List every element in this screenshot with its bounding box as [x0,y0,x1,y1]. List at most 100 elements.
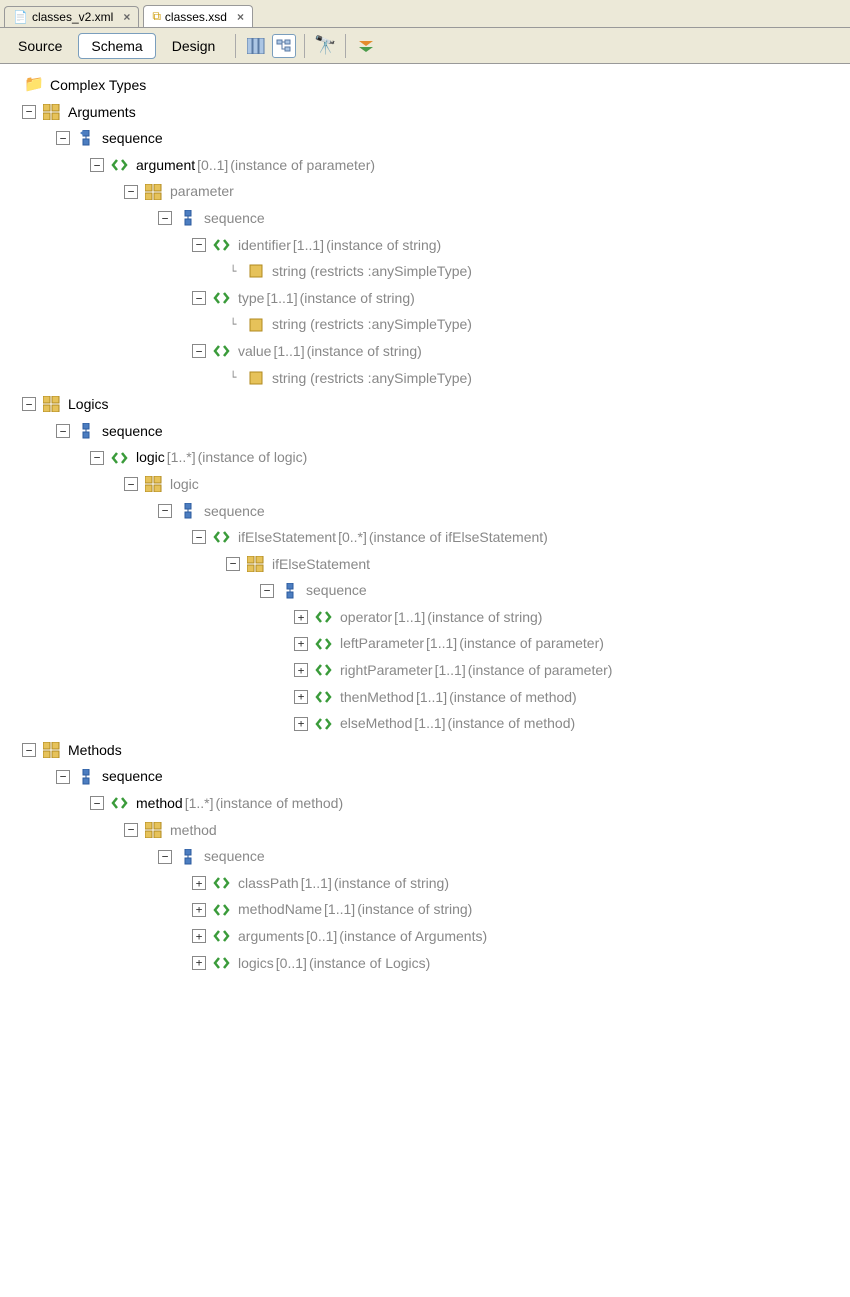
schema-tree: 📁 Complex Types − Arguments − sequence −… [0,64,850,980]
tree-node-thenmethod[interactable]: + thenMethod [1..1] (instance of method) [4,684,846,711]
collapse-toggle[interactable]: − [22,397,36,411]
node-desc: (instance of logic) [198,444,308,471]
expand-toggle[interactable]: + [294,690,308,704]
cardinality: [0..*] [338,524,367,551]
collapse-toggle[interactable]: − [56,770,70,784]
element-icon [212,528,232,546]
collapse-toggle[interactable]: − [124,185,138,199]
node-label: string (restricts :anySimpleType) [272,311,472,338]
binoculars-icon[interactable]: 🔭 [313,34,337,58]
node-desc: (instance of method) [216,790,344,817]
node-desc: (instance of parameter) [230,152,375,179]
collapse-toggle[interactable]: − [124,823,138,837]
tree-node-arguments-el[interactable]: + arguments [0..1] (instance of Argument… [4,923,846,950]
tree-node-sequence[interactable]: − sequence [4,763,846,790]
collapse-toggle[interactable]: − [90,158,104,172]
design-view-button[interactable]: Design [160,34,228,58]
node-desc: (instance of method) [449,684,577,711]
cardinality: [1..1] [416,684,447,711]
expand-toggle[interactable]: + [294,610,308,624]
tree-node-elsemethod[interactable]: + elseMethod [1..1] (instance of method) [4,710,846,737]
tree-node-sequence[interactable]: − sequence [4,577,846,604]
tree-node-sequence[interactable]: − sequence [4,498,846,525]
tree-root-complex-types[interactable]: 📁 Complex Types [4,72,846,99]
tree-node-value[interactable]: − value [1..1] (instance of string) [4,338,846,365]
tree-node-sequence[interactable]: − sequence [4,418,846,445]
tree-node-identifier[interactable]: − identifier [1..1] (instance of string) [4,232,846,259]
tree-node-leftparameter[interactable]: + leftParameter [1..1] (instance of para… [4,630,846,657]
tree-node-ifelse-type[interactable]: − ifElseStatement [4,551,846,578]
cardinality: [1..1] [394,604,425,631]
tree-node-ifelsestmt[interactable]: − ifElseStatement [0..*] (instance of if… [4,524,846,551]
tree-node-methodname[interactable]: + methodName [1..1] (instance of string) [4,896,846,923]
collapse-toggle[interactable]: − [226,557,240,571]
tree-node-sequence[interactable]: − sequence [4,205,846,232]
collapse-toggle[interactable]: − [22,105,36,119]
collapse-toggle[interactable]: − [124,477,138,491]
close-icon[interactable]: × [123,10,130,24]
source-view-button[interactable]: Source [6,34,74,58]
tree-node-string-restrict[interactable]: └ string (restricts :anySimpleType) [4,365,846,392]
expand-toggle[interactable]: + [294,637,308,651]
node-label: arguments [238,923,304,950]
collapse-toggle[interactable]: − [192,291,206,305]
node-label: operator [340,604,392,631]
complex-type-icon [144,475,164,493]
expand-toggle[interactable]: + [294,717,308,731]
node-desc: (instance of parameter) [468,657,613,684]
collapse-toggle[interactable]: − [158,504,172,518]
node-label: Logics [68,391,108,418]
tree-node-parameter-type[interactable]: − parameter [4,178,846,205]
element-icon [110,794,130,812]
tree-node-type[interactable]: − type [1..1] (instance of string) [4,285,846,312]
tree-node-classpath[interactable]: + classPath [1..1] (instance of string) [4,870,846,897]
close-icon[interactable]: × [237,10,244,24]
tree-node-sequence[interactable]: − sequence [4,843,846,870]
tree-node-logics-el[interactable]: + logics [0..1] (instance of Logics) [4,950,846,977]
tree-node-methods[interactable]: − Methods [4,737,846,764]
tree-node-rightparameter[interactable]: + rightParameter [1..1] (instance of par… [4,657,846,684]
collapse-toggle[interactable]: − [56,131,70,145]
collapse-toggle[interactable]: − [90,451,104,465]
collapse-toggle[interactable]: − [260,584,274,598]
schema-view-button[interactable]: Schema [78,33,155,59]
collapse-toggle[interactable]: − [158,850,172,864]
tab-classes-xsd[interactable]: ⧉ classes.xsd × [143,5,253,27]
tree-node-method-type[interactable]: − method [4,817,846,844]
tree-node-logic-type[interactable]: − logic [4,471,846,498]
collapse-toggle[interactable]: − [192,344,206,358]
tree-node-sequence[interactable]: − sequence [4,125,846,152]
expand-toggle[interactable]: + [192,956,206,970]
tree-node-argument[interactable]: − argument [0..1] (instance of parameter… [4,152,846,179]
collapse-toggle[interactable]: − [192,238,206,252]
expand-toggle[interactable]: + [192,929,206,943]
columns-icon[interactable] [244,34,268,58]
view-toolbar: Source Schema Design 🔭 [0,28,850,64]
tree-node-logics[interactable]: − Logics [4,391,846,418]
tree-node-arguments[interactable]: − Arguments [4,99,846,126]
expand-toggle[interactable]: + [294,663,308,677]
tree-icon[interactable] [272,34,296,58]
tab-classes-v2-xml[interactable]: 📄 classes_v2.xml × [4,6,139,27]
node-label: sequence [204,843,265,870]
tree-node-string-restrict[interactable]: └ string (restricts :anySimpleType) [4,258,846,285]
node-label: sequence [306,577,367,604]
cardinality: [1..1] [273,338,304,365]
expand-toggle[interactable]: + [192,903,206,917]
tree-node-operator[interactable]: + operator [1..1] (instance of string) [4,604,846,631]
expand-toggle[interactable]: + [192,876,206,890]
tree-node-logic[interactable]: − logic [1..*] (instance of logic) [4,444,846,471]
collapse-toggle[interactable]: − [22,743,36,757]
element-icon [212,927,232,945]
node-label: rightParameter [340,657,433,684]
tree-node-method[interactable]: − method [1..*] (instance of method) [4,790,846,817]
sequence-icon [178,209,198,227]
collapse-toggle[interactable]: − [56,424,70,438]
expand-down-icon[interactable] [354,34,378,58]
node-label: logics [238,950,274,977]
tree-node-string-restrict[interactable]: └ string (restricts :anySimpleType) [4,311,846,338]
collapse-toggle[interactable]: − [192,530,206,544]
element-icon [212,289,232,307]
collapse-toggle[interactable]: − [90,796,104,810]
collapse-toggle[interactable]: − [158,211,172,225]
